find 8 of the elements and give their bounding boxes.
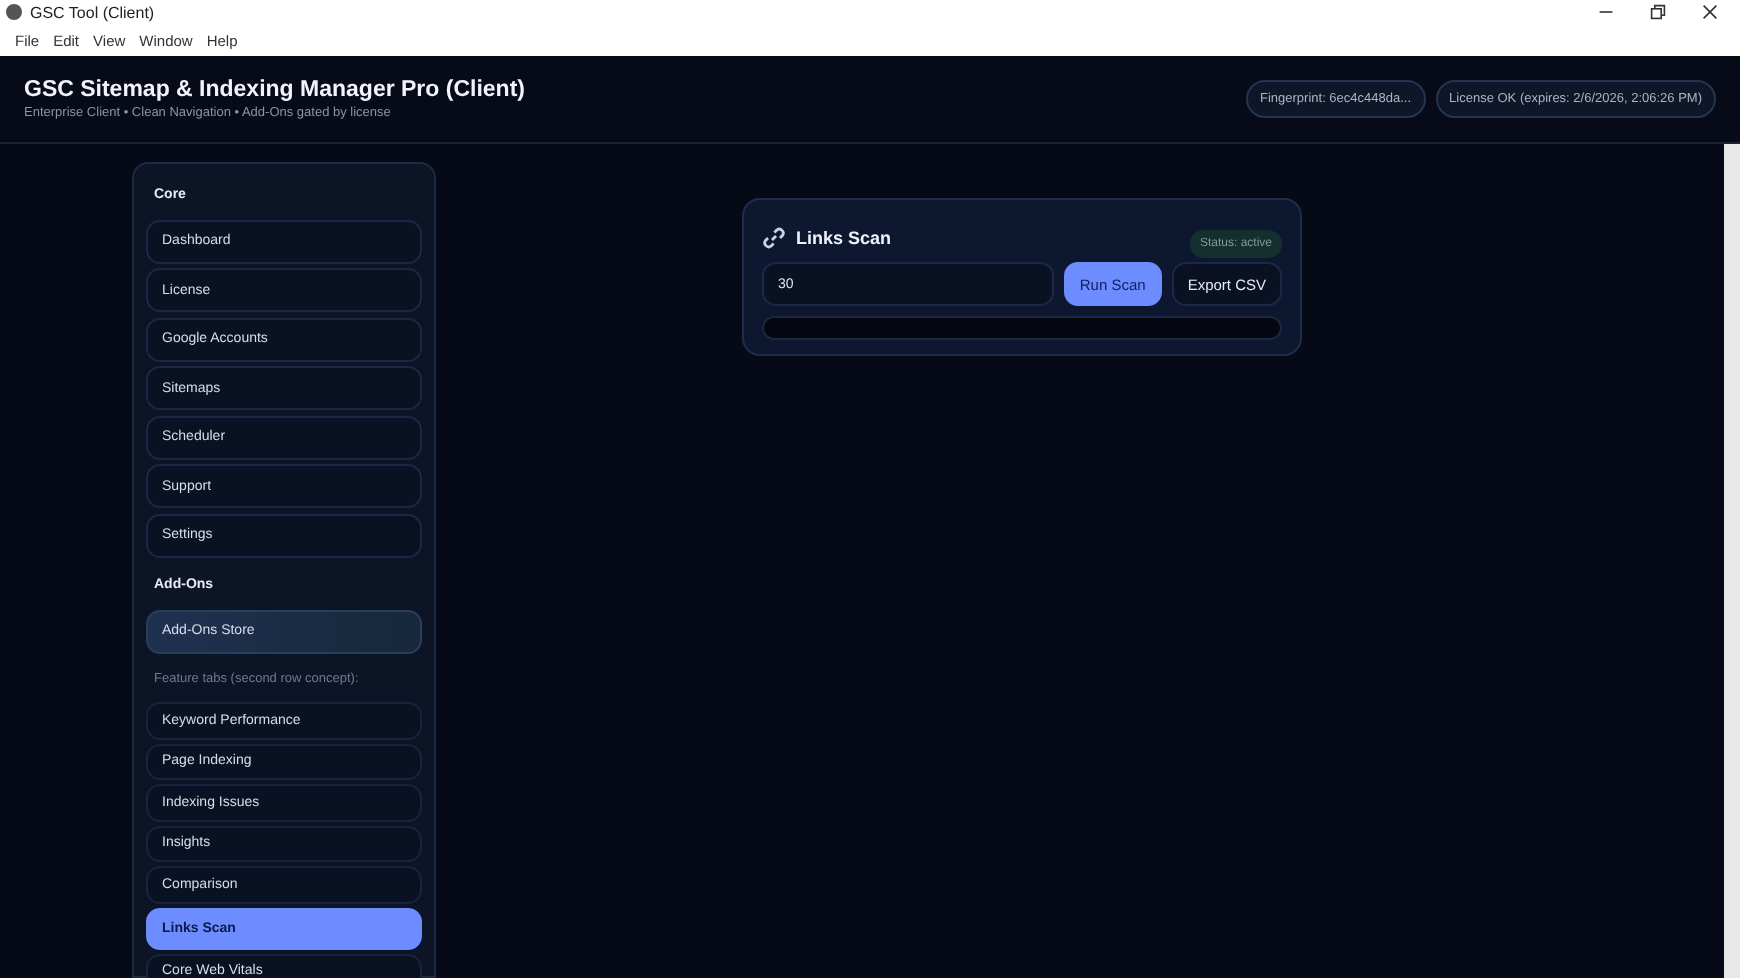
app-title: GSC Sitemap & Indexing Manager Pro (Client) xyxy=(24,78,525,102)
window-title: GSC Tool (Client) xyxy=(30,3,157,21)
card-title: Links Scan xyxy=(796,228,894,248)
close-icon[interactable] xyxy=(1702,4,1718,20)
link-icon xyxy=(762,226,786,250)
scrollbar[interactable] xyxy=(1724,144,1740,978)
app-icon xyxy=(6,4,22,20)
restore-icon[interactable] xyxy=(1650,4,1666,20)
